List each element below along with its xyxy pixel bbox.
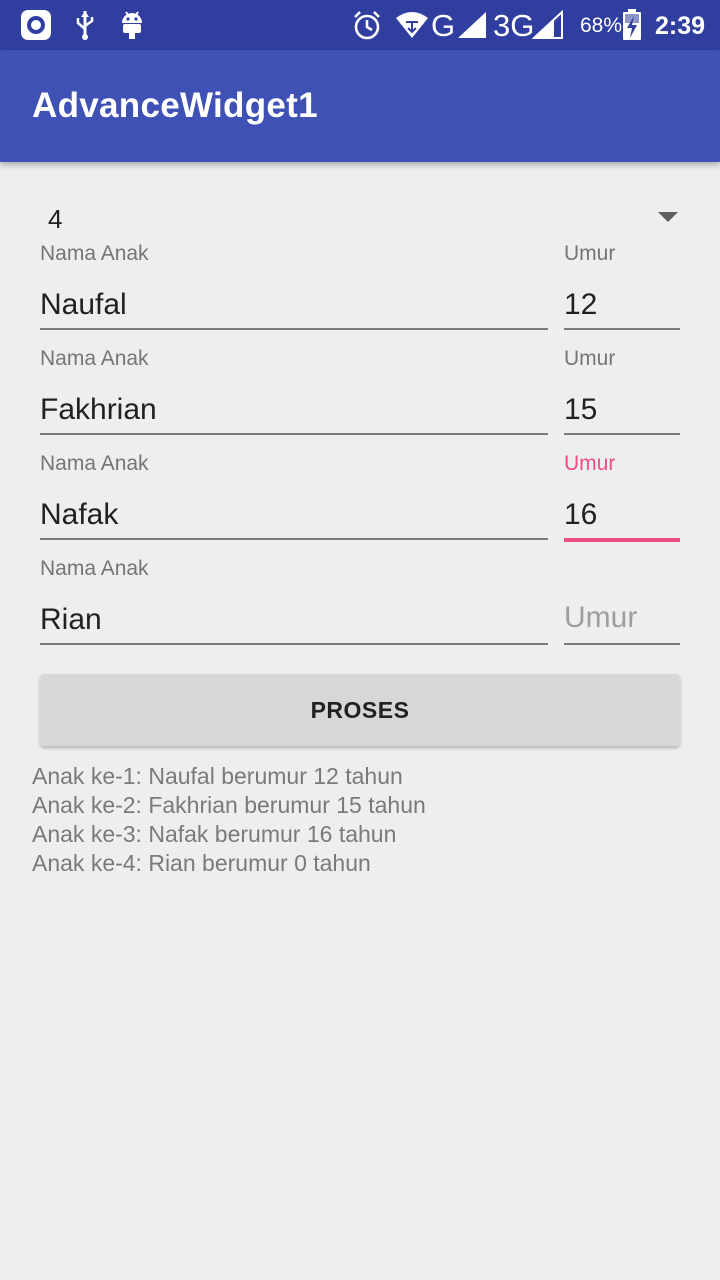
network-g-label: G: [431, 8, 456, 43]
name-label-4: Nama Anak: [40, 557, 149, 580]
age-label-2: Umur: [564, 347, 616, 370]
result-line-1: Anak ke-1: Naufal berumur 12 tahun: [32, 763, 403, 789]
result-line-3: Anak ke-3: Nafak berumur 16 tahun: [32, 821, 397, 847]
age-input-4[interactable]: Umur: [564, 601, 637, 635]
result-line-2: Anak ke-2: Fakhrian berumur 15 tahun: [32, 792, 426, 818]
name-underline-2: [40, 433, 548, 435]
result-text: Anak ke-1: Naufal berumur 12 tahun Anak …: [32, 762, 426, 878]
age-underline-3: [564, 538, 680, 542]
name-input-1[interactable]: Naufal: [40, 288, 127, 322]
battery-charging-icon: [620, 0, 644, 50]
app-title: AdvanceWidget1: [32, 86, 318, 125]
wifi-icon: [394, 0, 430, 50]
age-input-3[interactable]: 16: [564, 498, 597, 532]
result-line-4: Anak ke-4: Rian berumur 0 tahun: [32, 850, 371, 876]
usb-icon: [72, 0, 98, 50]
age-input-1[interactable]: 12: [564, 288, 597, 322]
count-spinner[interactable]: 4: [40, 196, 684, 244]
age-label-3: Umur: [564, 452, 616, 475]
age-underline-2: [564, 433, 680, 435]
name-label-1: Nama Anak: [40, 242, 149, 265]
android-icon: [118, 0, 146, 50]
media-icon: [18, 0, 54, 50]
signal-icon-2: [532, 0, 564, 50]
age-underline-1: [564, 328, 680, 330]
age-underline-4: [564, 643, 680, 645]
signal-icon: [456, 0, 488, 50]
name-underline-3: [40, 538, 548, 540]
dropdown-arrow-icon: [658, 212, 678, 222]
name-input-4[interactable]: Rian: [40, 603, 102, 637]
network-3g-label: 3G: [493, 8, 535, 43]
age-input-2[interactable]: 15: [564, 393, 597, 427]
name-input-2[interactable]: Fakhrian: [40, 393, 157, 427]
app-bar: AdvanceWidget1: [0, 50, 720, 162]
name-input-3[interactable]: Nafak: [40, 498, 118, 532]
spinner-value: 4: [48, 204, 63, 234]
status-bar: G 3G 68% 2:39: [0, 0, 720, 50]
clock: 2:39: [655, 12, 706, 40]
name-label-2: Nama Anak: [40, 347, 149, 370]
alarm-icon: [350, 0, 384, 50]
name-label-3: Nama Anak: [40, 452, 149, 475]
proses-button[interactable]: PROSES: [40, 674, 680, 746]
age-label-1: Umur: [564, 242, 616, 265]
name-underline-1: [40, 328, 548, 330]
name-underline-4: [40, 643, 548, 645]
battery-percent: 68%: [580, 14, 623, 37]
